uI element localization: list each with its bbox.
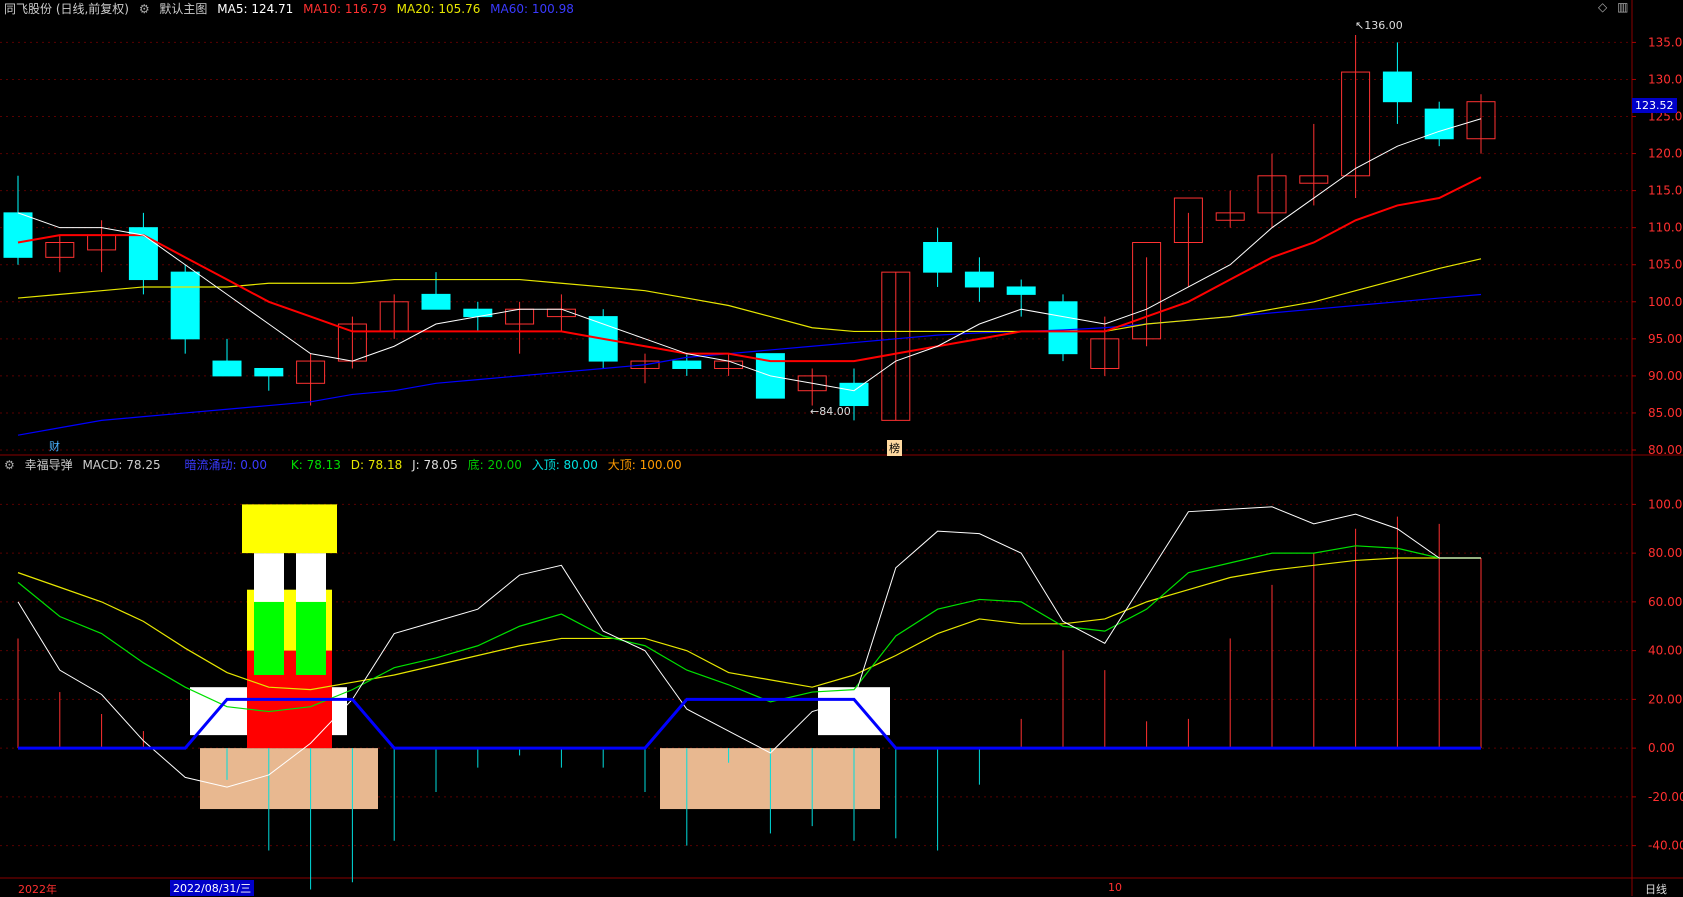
chart-name[interactable]: 默认主图 [159, 2, 207, 16]
white-signal-block [296, 553, 326, 602]
entry-label: 入顶: 80.00 [531, 458, 598, 472]
main-axis-label: 85.00 [1648, 406, 1682, 420]
sub-axis-label: 80.00 [1648, 546, 1682, 560]
sub-axis-label: -40.00 [1648, 839, 1683, 853]
candle-body [1382, 71, 1412, 103]
low-label: ←84.00 [810, 405, 851, 418]
candle-body [672, 360, 702, 369]
kline-chart[interactable]: 135.00130.00125.00120.00115.00110.00105.… [0, 0, 1683, 896]
current-price-badge: 123.52 [1632, 98, 1677, 113]
sub-header: ⚙ 幸福导弹 MACD: 78.25 暗流涌动: 0.00 K: 78.13 D… [4, 456, 688, 473]
main-axis-label: 135.00 [1648, 35, 1683, 49]
period-label[interactable]: 日线 [1645, 881, 1667, 897]
candle-body [3, 212, 33, 258]
sub-axis-label: 60.00 [1648, 595, 1682, 609]
ma20-label: MA20: 105.76 [396, 2, 481, 16]
sub-axis-label: 0.00 [1648, 741, 1675, 755]
ma60-label: MA60: 100.98 [490, 2, 574, 16]
year-label: 2022年 [18, 883, 57, 896]
main-axis-label: 115.00 [1648, 184, 1683, 198]
main-axis-label: 95.00 [1648, 332, 1682, 346]
candle-body [1048, 301, 1078, 355]
candle-body [421, 293, 451, 310]
green-signal-block [296, 601, 326, 675]
candle-body [170, 271, 200, 340]
high-label: ↖136.00 [1355, 19, 1403, 32]
list-marker[interactable]: 榜 [887, 440, 902, 456]
candle-body [463, 308, 493, 318]
sub-axis-label: -20.00 [1648, 790, 1683, 804]
candle-body [254, 367, 284, 377]
ma10-label: MA10: 116.79 [303, 2, 387, 16]
signal-label: 暗流涌动: 0.00 [184, 458, 268, 472]
gear-icon[interactable]: ⚙ [139, 2, 150, 16]
candle-body [839, 382, 869, 407]
k-label: K: 78.13 [290, 458, 341, 472]
main-axis-label: 80.00 [1648, 443, 1682, 457]
white-signal-block [254, 553, 284, 602]
window-controls: ◇ ▥ [1598, 0, 1634, 14]
main-axis-label: 120.00 [1648, 147, 1683, 161]
finance-marker[interactable]: 财 [49, 438, 60, 454]
candle-body [923, 242, 953, 273]
j-label: J: 78.05 [412, 458, 458, 472]
candle-body [212, 360, 242, 377]
yellow-signal-block [242, 504, 337, 554]
sub-axis-label: 20.00 [1648, 692, 1682, 706]
month-label: 10 [1108, 881, 1122, 894]
top-label: 大顶: 100.00 [607, 458, 682, 472]
green-signal-block [254, 601, 284, 675]
d-label: D: 78.18 [350, 458, 403, 472]
panel-icon[interactable]: ▥ [1617, 0, 1628, 14]
main-header: 同飞股份 (日线,前复权) ⚙ 默认主图 MA5: 124.71 MA10: 1… [4, 0, 580, 17]
sub-axis-label: 40.00 [1648, 644, 1682, 658]
main-axis-label: 130.00 [1648, 72, 1683, 86]
macd-label: MACD: 78.25 [82, 458, 161, 472]
gear-icon[interactable]: ⚙ [4, 458, 15, 472]
candle-body [1006, 286, 1036, 295]
cursor-date-label: 2022/08/31/三 [170, 880, 255, 896]
sub-axis-label: 100.00 [1648, 497, 1683, 511]
main-axis-label: 100.00 [1648, 295, 1683, 309]
candle-body [964, 271, 994, 288]
ma5-label: MA5: 124.71 [217, 2, 294, 16]
indicator-name[interactable]: 幸福导弹 [25, 458, 73, 472]
main-axis-label: 105.00 [1648, 258, 1683, 272]
stock-title: 同飞股份 (日线,前复权) [4, 2, 129, 16]
diamond-icon[interactable]: ◇ [1598, 0, 1607, 14]
main-axis-label: 110.00 [1648, 221, 1683, 235]
main-axis-label: 90.00 [1648, 369, 1682, 383]
bottom-label: 底: 20.00 [467, 458, 522, 472]
